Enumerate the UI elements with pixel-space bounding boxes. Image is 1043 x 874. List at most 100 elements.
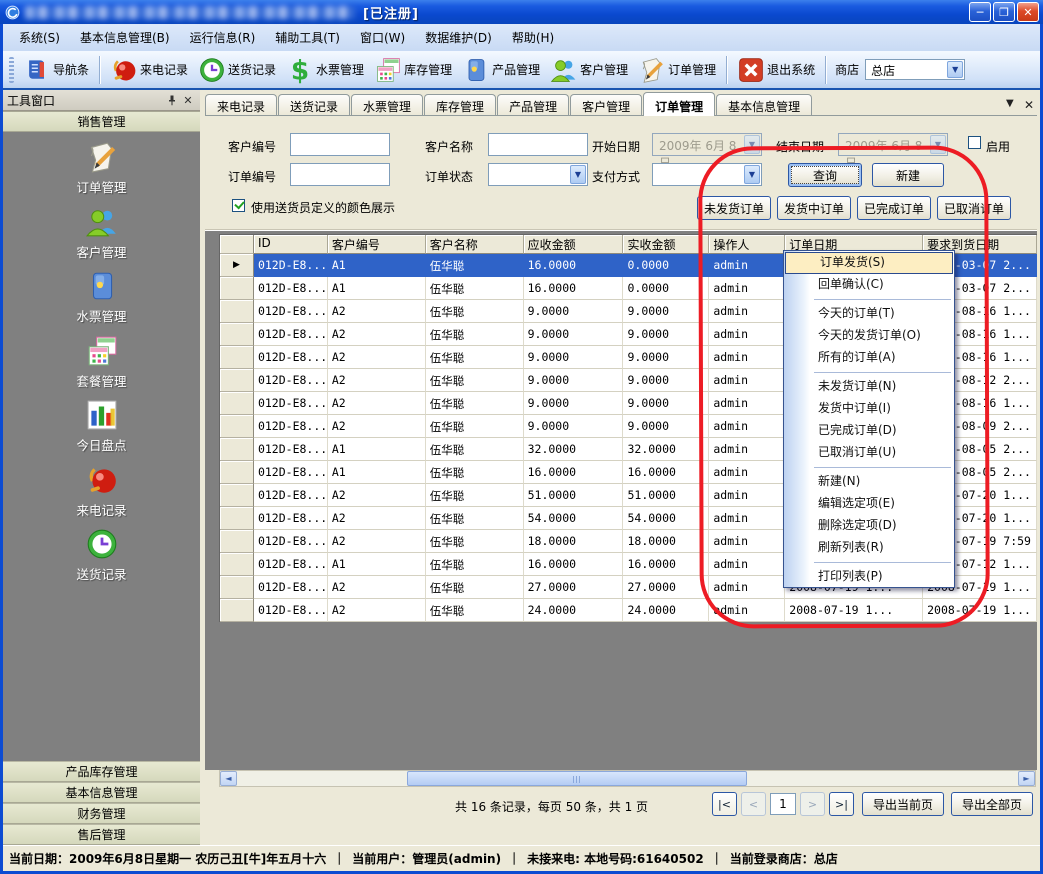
sidebar-item-3[interactable]: 水票管理 [3, 269, 200, 325]
table-row[interactable]: 012D-E8...A2伍华聪24.000024.0000admin2008-0… [220, 599, 1037, 622]
sidebar-group-1[interactable]: 产品库存管理 [3, 761, 200, 782]
scroll-left-icon[interactable]: ◄ [220, 771, 237, 786]
customer-name-input[interactable] [488, 133, 588, 156]
menubar-item-6[interactable]: 帮助(H) [502, 25, 564, 50]
customer-no-input[interactable] [290, 133, 390, 156]
sidebar-item-2[interactable]: 客户管理 [3, 205, 200, 261]
sidebar-group-3[interactable]: 财务管理 [3, 803, 200, 824]
pay-method-select[interactable]: ▼ [652, 163, 762, 186]
export-current-page-button[interactable]: 导出当前页 [862, 792, 944, 816]
context-menu-item-15[interactable]: 刷新列表(R) [784, 537, 954, 559]
tab-基本信息管理[interactable]: 基本信息管理 [716, 94, 812, 115]
grid-column-header-2[interactable]: 客户编号 [328, 235, 426, 254]
end-date-picker[interactable]: 2009年 6月 8日▼ [838, 133, 948, 156]
order-no-input[interactable] [290, 163, 390, 186]
menubar-item-5[interactable]: 数据维护(D) [415, 25, 502, 50]
toolbar-button-calendar-grid[interactable]: 库存管理 [369, 54, 457, 86]
tab-close-icon[interactable]: ✕ [1024, 98, 1034, 112]
context-menu-item-0[interactable]: 订单发货(S) [785, 252, 953, 274]
next-page-button[interactable]: > [800, 792, 825, 816]
context-menu-item-1[interactable]: 回单确认(C) [784, 274, 954, 296]
row-selector[interactable] [220, 461, 254, 484]
new-button[interactable]: 新建 [872, 163, 944, 187]
row-selector[interactable] [220, 576, 254, 599]
sidebar-group-sales[interactable]: 销售管理 [3, 111, 200, 132]
first-page-button[interactable]: |< [712, 792, 737, 816]
row-selector[interactable] [220, 369, 254, 392]
horizontal-scrollbar[interactable]: ◄ ► [219, 770, 1036, 787]
menubar-item-0[interactable]: 系统(S) [9, 25, 70, 50]
toolbar-button-exit[interactable]: 退出系统 [732, 54, 820, 86]
sidebar-group-4[interactable]: 售后管理 [3, 824, 200, 845]
toolbar-button-bell[interactable]: 来电记录 [105, 54, 193, 86]
toolbar-button-product-card[interactable]: 产品管理 [457, 54, 545, 86]
tab-list-dropdown-icon[interactable]: ▼ [1006, 98, 1014, 109]
context-menu-item-8[interactable]: 发货中订单(I) [784, 398, 954, 420]
prev-page-button[interactable]: < [741, 792, 766, 816]
toolbar-button-dollar[interactable]: $水票管理 [281, 54, 369, 86]
row-selector[interactable] [220, 553, 254, 576]
context-menu-item-4[interactable]: 今天的发货订单(O) [784, 325, 954, 347]
sidebar-item-6[interactable]: 来电记录 [3, 463, 200, 519]
delivery-color-checkbox[interactable] [232, 199, 245, 212]
menubar-item-3[interactable]: 辅助工具(T) [265, 25, 350, 50]
tab-订单管理[interactable]: 订单管理 [643, 92, 715, 116]
toolbar-button-clock[interactable]: 送货记录 [193, 54, 281, 86]
page-number-input[interactable] [770, 793, 796, 815]
order-status-filter-button-1[interactable]: 未发货订单 [697, 196, 771, 220]
row-selector[interactable] [220, 599, 254, 622]
tab-客户管理[interactable]: 客户管理 [570, 94, 642, 115]
query-button[interactable]: 查询 [788, 163, 862, 187]
context-menu-item-13[interactable]: 编辑选定项(E) [784, 493, 954, 515]
start-date-picker[interactable]: 2009年 6月 8日▼ [652, 133, 762, 156]
enable-checkbox[interactable] [968, 136, 981, 149]
tab-库存管理[interactable]: 库存管理 [424, 94, 496, 115]
context-menu-item-10[interactable]: 已取消订单(U) [784, 442, 954, 464]
row-selector[interactable]: ▶ [220, 254, 254, 277]
row-selector[interactable] [220, 392, 254, 415]
sidebar-group-2[interactable]: 基本信息管理 [3, 782, 200, 803]
grid-column-header-5[interactable]: 实收金额 [623, 235, 709, 254]
row-selector[interactable] [220, 323, 254, 346]
maximize-button[interactable]: ❐ [993, 2, 1015, 22]
context-menu-item-5[interactable]: 所有的订单(A) [784, 347, 954, 369]
menubar-item-2[interactable]: 运行信息(R) [180, 25, 266, 50]
pin-icon[interactable] [164, 92, 180, 108]
row-selector[interactable] [220, 484, 254, 507]
sidebar-item-1[interactable]: 订单管理 [3, 140, 200, 196]
close-button[interactable]: ✕ [1017, 2, 1039, 22]
row-selector[interactable] [220, 415, 254, 438]
toolbar-grip[interactable] [9, 57, 14, 83]
row-selector[interactable] [220, 346, 254, 369]
tab-产品管理[interactable]: 产品管理 [497, 94, 569, 115]
row-selector[interactable] [220, 438, 254, 461]
toolbar-button-book-nav[interactable]: 导航条 [18, 54, 94, 86]
last-page-button[interactable]: >| [829, 792, 854, 816]
sidebar-item-7[interactable]: 送货记录 [3, 527, 200, 583]
row-selector[interactable] [220, 530, 254, 553]
toolbar-button-order-pen[interactable]: 订单管理 [633, 54, 721, 86]
tab-送货记录[interactable]: 送货记录 [278, 94, 350, 115]
scroll-right-icon[interactable]: ► [1018, 771, 1035, 786]
menubar-item-1[interactable]: 基本信息管理(B) [70, 25, 180, 50]
minimize-button[interactable]: ─ [969, 2, 991, 22]
sidebar-item-4[interactable]: 套餐管理 [3, 334, 200, 390]
order-status-select[interactable]: ▼ [488, 163, 588, 186]
sidebar-item-5[interactable]: 今日盘点 [3, 398, 200, 454]
toolbar-button-customers[interactable]: 客户管理 [545, 54, 633, 86]
order-status-filter-button-2[interactable]: 发货中订单 [777, 196, 851, 220]
tab-来电记录[interactable]: 来电记录 [205, 94, 277, 115]
grid-column-header-1[interactable]: ID [254, 235, 328, 254]
context-menu-item-9[interactable]: 已完成订单(D) [784, 420, 954, 442]
menubar-item-4[interactable]: 窗口(W) [350, 25, 415, 50]
context-menu-item-3[interactable]: 今天的订单(T) [784, 303, 954, 325]
grid-column-header-3[interactable]: 客户名称 [426, 235, 524, 254]
scrollbar-track[interactable] [237, 771, 1018, 786]
context-menu-item-7[interactable]: 未发货订单(N) [784, 376, 954, 398]
order-status-filter-button-3[interactable]: 已完成订单 [857, 196, 931, 220]
shop-combobox[interactable]: 总店▼ [865, 59, 965, 80]
scrollbar-thumb[interactable] [407, 771, 747, 786]
row-selector[interactable] [220, 507, 254, 530]
context-menu-item-17[interactable]: 打印列表(P) [784, 566, 954, 588]
row-selector[interactable] [220, 277, 254, 300]
